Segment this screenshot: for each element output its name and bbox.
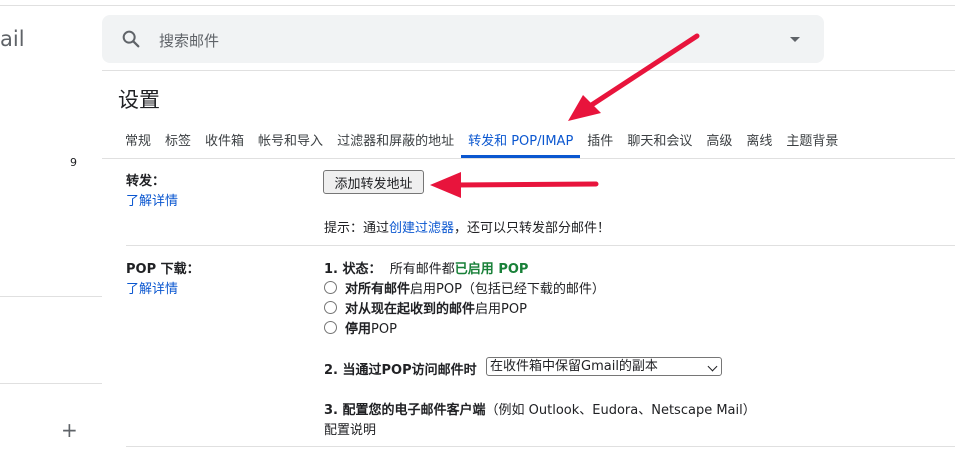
tab-forwarding-pop-imap[interactable]: 转发和 POP/IMAP [461, 124, 581, 158]
radio-enable-pop-from-now-label[interactable]: 对从现在起收到的邮件启用POP [345, 298, 527, 317]
pop-learn-more-link[interactable]: 了解详情 [126, 278, 178, 297]
configure-instructions-link[interactable]: 配置说明 [324, 419, 376, 438]
tab-general[interactable]: 常规 [118, 124, 158, 158]
search-icon[interactable] [120, 28, 142, 54]
add-forwarding-address-button[interactable]: 添加转发地址 [323, 170, 424, 194]
tab-inbox[interactable]: 收件箱 [198, 124, 251, 158]
left-divider [0, 383, 102, 384]
section-divider [126, 446, 955, 447]
section-divider [126, 245, 955, 246]
settings-tabs: 常规 标签 收件箱 帐号和导入 过滤器和屏蔽的地址 转发和 POP/IMAP 插… [118, 124, 845, 158]
unread-count: 9 [70, 156, 77, 169]
radio-enable-pop-from-now[interactable] [324, 301, 337, 314]
tab-accounts-import[interactable]: 帐号和导入 [251, 124, 330, 158]
header-divider [102, 70, 955, 71]
gmail-logo-partial[interactable]: ail [0, 27, 25, 51]
add-label-icon[interactable]: + [61, 420, 78, 440]
tab-addons[interactable]: 插件 [580, 124, 620, 158]
forwarding-learn-more-link[interactable]: 了解详情 [126, 190, 178, 209]
configure-client-label: 3. 配置您的电子邮件客户端 [324, 403, 486, 418]
radio-enable-pop-all[interactable] [324, 281, 337, 294]
page-title: 设置 [118, 88, 160, 112]
pop-access-label: 2. 当通过POP访问邮件时 [324, 363, 477, 378]
pop-status: 1. 状态： 所有邮件都已启用 POP [324, 258, 528, 277]
left-divider [0, 296, 102, 297]
create-filter-link[interactable]: 创建过滤器 [389, 221, 454, 236]
chevron-down-icon [707, 361, 718, 372]
tab-labels[interactable]: 标签 [158, 124, 198, 158]
search-bar[interactable]: 搜索邮件 [102, 15, 824, 63]
tabs-divider [102, 158, 955, 159]
hint-suffix: ，还可以只转发部分邮件！ [454, 221, 611, 236]
tab-filters-blocked[interactable]: 过滤器和屏蔽的地址 [330, 124, 461, 158]
caret-down-icon[interactable] [790, 37, 800, 42]
pop-status-value: 已启用 POP [454, 262, 529, 277]
hint-prefix: 提示：通过 [324, 221, 390, 236]
configure-client: 3. 配置您的电子邮件客户端（例如 Outlook、Eudora、Netscap… [324, 399, 756, 418]
radio-enable-pop-all-label[interactable]: 对所有邮件启用POP（包括已经下载的邮件） [345, 278, 605, 297]
pop-status-prefix: 所有邮件都 [389, 262, 455, 277]
radio-disable-pop[interactable] [324, 321, 337, 334]
search-input[interactable]: 搜索邮件 [159, 30, 219, 51]
configure-client-hint: （例如 Outlook、Eudora、Netscape Mail） [485, 403, 756, 418]
forwarding-hint: 提示：通过创建过滤器，还可以只转发部分邮件！ [324, 217, 610, 236]
pop-access-selected: 在收件箱中保留Gmail的副本 [490, 359, 658, 374]
tab-advanced[interactable]: 高级 [699, 124, 739, 158]
pop-access-select[interactable]: 在收件箱中保留Gmail的副本 [486, 357, 722, 376]
top-divider [0, 5, 955, 6]
tab-offline[interactable]: 离线 [739, 124, 779, 158]
pop-status-label: 1. 状态： [324, 262, 382, 277]
tab-themes[interactable]: 主题背景 [779, 124, 845, 158]
tab-chat-meet[interactable]: 聊天和会议 [620, 124, 699, 158]
radio-disable-pop-label[interactable]: 停用POP [345, 318, 397, 337]
annotation-arrow-button [430, 172, 599, 198]
forwarding-label: 转发： [126, 174, 166, 189]
pop-download-label: POP 下载： [126, 262, 200, 277]
